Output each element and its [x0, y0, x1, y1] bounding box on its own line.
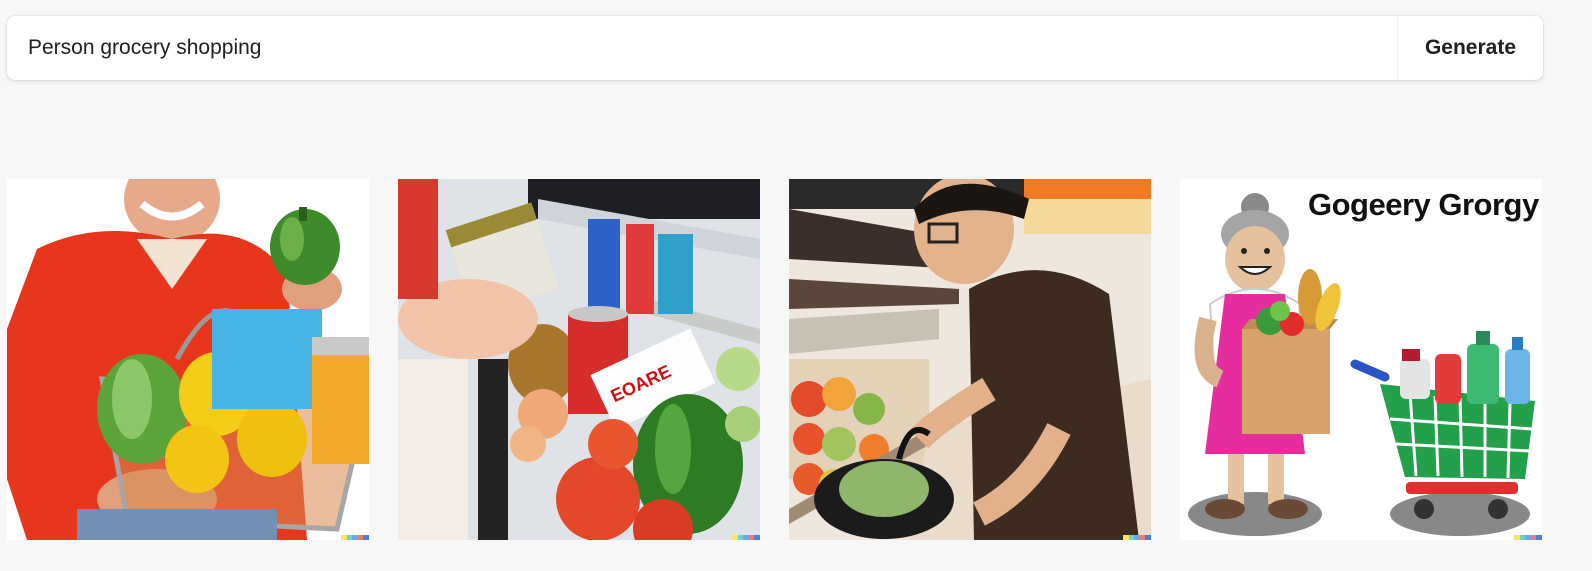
result-image-3[interactable]	[789, 179, 1151, 540]
signature-mark	[1514, 535, 1542, 540]
results-gallery: EOARE Gogeery Grorgy	[7, 179, 1543, 540]
man-in-produce-aisle-image	[789, 179, 1151, 540]
prompt-bar: Generate	[7, 16, 1543, 80]
signature-mark	[1123, 535, 1151, 540]
signature-mark	[341, 535, 369, 540]
result-image-4[interactable]: Gogeery Grorgy	[1180, 179, 1542, 540]
hand-picking-can-image: EOARE	[398, 179, 760, 540]
cartoon-grandma-with-cart-image	[1180, 179, 1542, 540]
poster-title: Gogeery Grorgy	[1308, 187, 1539, 222]
result-image-2[interactable]: EOARE	[398, 179, 760, 540]
prompt-input[interactable]	[7, 16, 1397, 80]
generate-button[interactable]: Generate	[1397, 16, 1543, 80]
result-image-1[interactable]	[7, 179, 369, 540]
man-with-produce-basket-image	[7, 179, 369, 540]
signature-mark	[732, 535, 760, 540]
